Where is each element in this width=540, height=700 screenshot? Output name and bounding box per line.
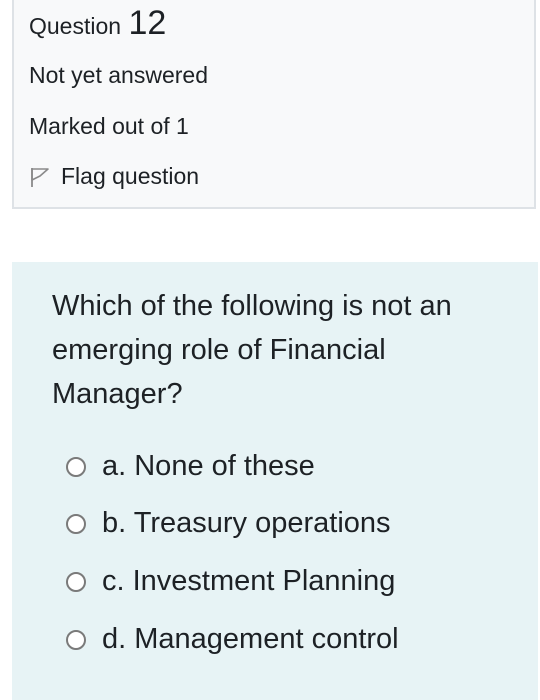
- answer-option-label[interactable]: c. Investment Planning: [102, 565, 395, 598]
- answer-option-label[interactable]: b. Treasury operations: [102, 507, 391, 540]
- answer-option-a[interactable]: a. None of these: [66, 450, 315, 483]
- flag-icon: [29, 165, 51, 189]
- question-content-panel: Which of the following is not an emergin…: [12, 262, 538, 700]
- radio-button-icon[interactable]: [66, 629, 86, 650]
- answer-option-d[interactable]: d. Management control: [66, 623, 399, 656]
- radio-button-icon[interactable]: [66, 513, 86, 534]
- answer-option-label[interactable]: a. None of these: [102, 450, 315, 483]
- question-grade: Marked out of 1: [29, 113, 189, 139]
- question-state: Not yet answered: [29, 62, 208, 88]
- question-heading: Question 12: [29, 4, 166, 43]
- question-number: 12: [128, 4, 167, 42]
- question-info-panel: Question 12 Not yet answered Marked out …: [12, 0, 536, 209]
- question-label: Question: [29, 13, 122, 39]
- radio-button-icon[interactable]: [66, 571, 86, 592]
- question-text: Which of the following is not an emergin…: [52, 290, 452, 410]
- radio-button-icon[interactable]: [66, 456, 86, 477]
- flag-question-link[interactable]: Flag question: [29, 163, 199, 190]
- flag-question-label: Flag question: [61, 163, 200, 189]
- answer-option-b[interactable]: b. Treasury operations: [66, 507, 391, 540]
- answer-option-label[interactable]: d. Management control: [102, 623, 399, 656]
- answer-option-c[interactable]: c. Investment Planning: [66, 565, 395, 598]
